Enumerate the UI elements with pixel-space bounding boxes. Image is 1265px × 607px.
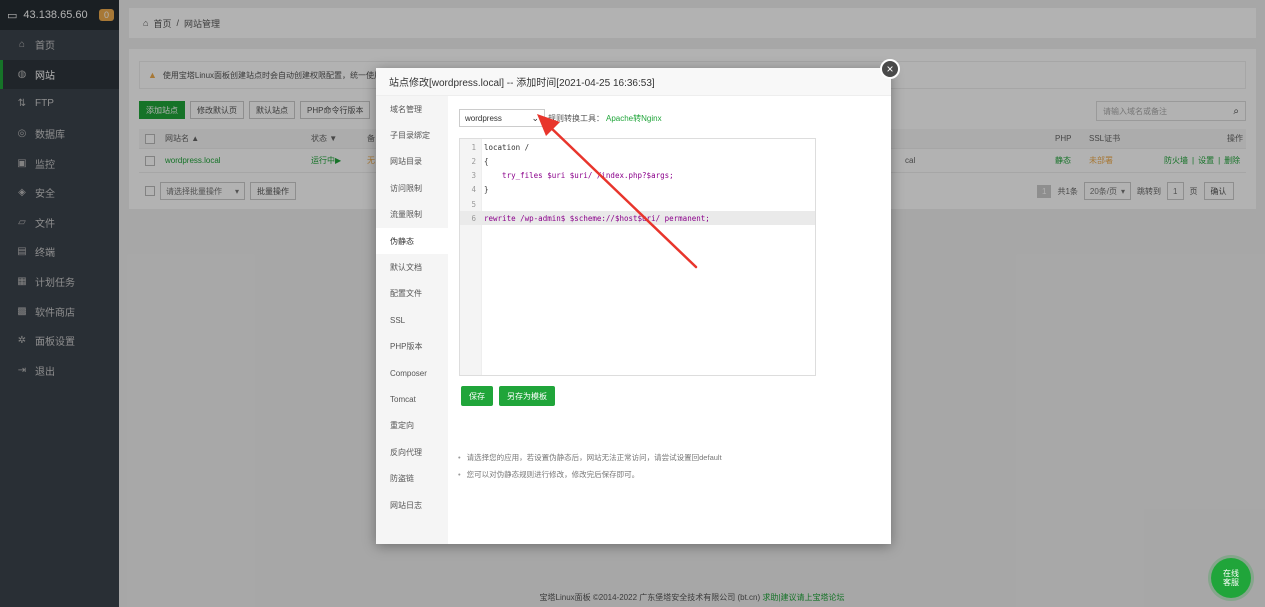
save-button[interactable]: 保存 (461, 386, 493, 406)
nav-hotlink[interactable]: 防盗链 (376, 465, 448, 491)
tip-item: 请选择您的应用，若设置伪静态后，网站无法正常访问，请尝试设置回default (458, 452, 722, 463)
code-line: 4} (460, 182, 815, 196)
nav-php-version[interactable]: PHP版本 (376, 334, 448, 360)
nav-redirect[interactable]: 重定向 (376, 413, 448, 439)
modal-buttons: 保存 另存为模板 (461, 386, 555, 406)
chat-label-line1: 在线 (1223, 568, 1239, 578)
code-line: 5 (460, 197, 815, 211)
close-icon[interactable]: × (880, 59, 900, 79)
line-number: 3 (471, 170, 476, 180)
rewrite-template-select[interactable]: wordpress ⌄ (459, 109, 545, 127)
nav-site-log[interactable]: 网站日志 (376, 492, 448, 518)
code-line: 1 location / (460, 140, 815, 154)
nav-subdir[interactable]: 子目录绑定 (376, 122, 448, 148)
save-as-template-button[interactable]: 另存为模板 (499, 386, 555, 406)
chat-label-line2: 客服 (1223, 578, 1239, 587)
rule-converter: 规则转换工具： Apache转Nginx (548, 109, 662, 127)
nav-rewrite[interactable]: 伪静态 (376, 227, 448, 255)
code-line: 2{ (460, 154, 815, 168)
modal-body: wordpress ⌄ 规则转换工具： Apache转Nginx 1 locati… (448, 96, 891, 544)
nav-config-file[interactable]: 配置文件 (376, 281, 448, 307)
code-line: 3 try_files $uri $uri/ /index.php?$args; (460, 168, 815, 182)
nav-traffic-limit[interactable]: 流量限制 (376, 202, 448, 228)
nav-default-doc[interactable]: 默认文档 (376, 254, 448, 280)
online-support-button[interactable]: 在线 客服 (1211, 558, 1251, 598)
nav-site-dir[interactable]: 网站目录 (376, 149, 448, 175)
tips-list: 请选择您的应用，若设置伪静态后，网站无法正常访问，请尝试设置回default 您… (458, 452, 722, 486)
modal-title: 站点修改[wordpress.local] -- 添加时间[2021-04-25… (376, 68, 891, 96)
modal-nav: 域名管理 子目录绑定 网站目录 访问限制 流量限制 伪静态 默认文档 配置文件 … (376, 96, 448, 544)
code-line: 6 rewrite /wp-admin$ $scheme://$host$uri/… (460, 211, 815, 225)
nav-ssl[interactable]: SSL (376, 307, 448, 333)
tip-item: 您可以对伪静态规则进行修改，修改完后保存即可。 (458, 469, 722, 480)
chevron-down-icon: ⌄ (531, 112, 539, 123)
nav-tomcat[interactable]: Tomcat (376, 386, 448, 412)
line-number: 6 (471, 213, 476, 223)
site-edit-modal: 站点修改[wordpress.local] -- 添加时间[2021-04-25… (376, 68, 891, 544)
line-number: 2 (471, 156, 476, 166)
line-number: 4 (471, 184, 476, 194)
template-select-value: wordpress (465, 113, 502, 123)
convert-link[interactable]: Apache转Nginx (606, 113, 662, 124)
line-number: 1 (471, 142, 476, 152)
code-text: { (484, 156, 489, 166)
convert-label: 规则转换工具： (548, 113, 604, 123)
nav-access-limit[interactable]: 访问限制 (376, 175, 448, 201)
code-text: try_files $uri $uri/ /index.php?$args; (484, 170, 674, 180)
nav-composer[interactable]: Composer (376, 360, 448, 386)
nav-domain[interactable]: 域名管理 (376, 96, 448, 122)
code-text: rewrite /wp-admin$ $scheme://$host$uri/ … (484, 213, 710, 223)
line-number: 5 (471, 199, 476, 209)
code-text: } (484, 184, 489, 194)
code-text: location / (484, 142, 530, 152)
code-editor[interactable]: 1 location / 2{ 3 try_files $uri $uri/ /i… (459, 138, 816, 376)
nav-reverse-proxy[interactable]: 反向代理 (376, 439, 448, 465)
